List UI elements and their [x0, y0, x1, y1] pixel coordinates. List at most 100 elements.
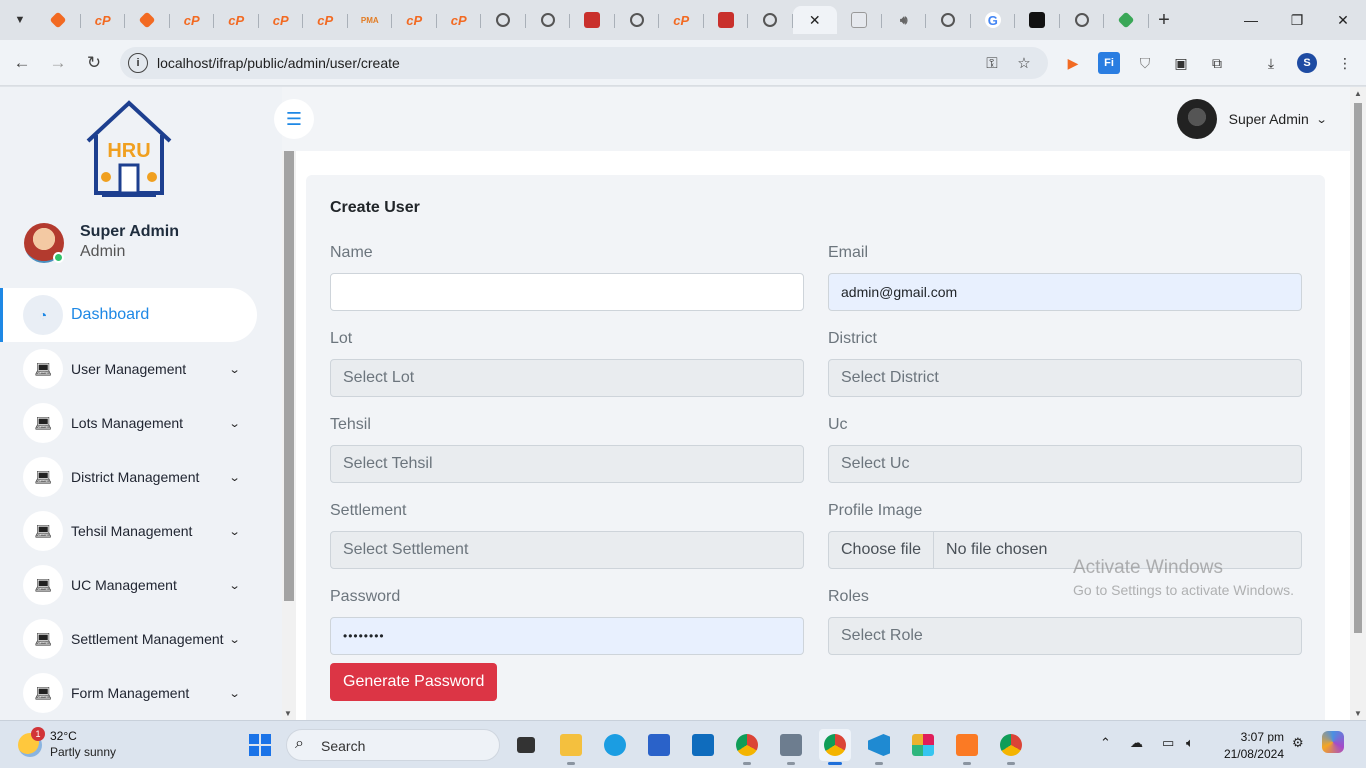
browser-tab[interactable] — [615, 6, 660, 34]
browser-tab[interactable] — [837, 6, 882, 34]
minimize-button[interactable]: — — [1228, 0, 1274, 40]
sidebar-item-lots-management[interactable]: 💻︎ Lots Management ⌄ — [0, 396, 270, 450]
chevron-down-icon[interactable]: ⌄ — [229, 579, 241, 592]
sidebar-item-uc-management[interactable]: 💻︎ UC Management ⌄ — [0, 558, 270, 612]
tab-active[interactable]: ✕ — [792, 6, 837, 34]
tehsil-select[interactable]: Select Tehsil — [330, 445, 804, 483]
forward-icon[interactable]: → — [44, 49, 72, 77]
remote-desktop-icon[interactable] — [775, 729, 807, 765]
browser-tab[interactable] — [1104, 6, 1149, 34]
back-icon[interactable]: ← — [8, 49, 36, 77]
new-tab-button[interactable]: + — [1152, 8, 1176, 32]
browser-tab[interactable]: cP — [214, 6, 259, 34]
chrome-secondary-icon[interactable] — [995, 729, 1027, 765]
volume-icon[interactable]: 🔈︎ — [1186, 735, 1194, 751]
name-input[interactable] — [330, 273, 804, 311]
chevron-down-icon[interactable]: ⌄ — [229, 633, 241, 646]
district-select[interactable]: Select District — [828, 359, 1302, 397]
chevron-down-icon[interactable]: ⌄ — [229, 363, 241, 376]
chrome-profile-icon[interactable] — [819, 729, 851, 765]
browser-tab[interactable] — [481, 6, 526, 34]
browser-tab[interactable]: cP — [170, 6, 215, 34]
start-windows-icon[interactable] — [244, 729, 276, 761]
extensions-puzzle-icon[interactable]: ⧉ — [1206, 52, 1228, 74]
lot-select[interactable]: Select Lot — [330, 359, 804, 397]
microsoft-store-icon[interactable] — [643, 729, 675, 761]
hamburger-menu-icon[interactable]: ☰ — [274, 99, 314, 139]
taskbar-search[interactable]: ⌕ Search — [286, 729, 500, 761]
browser-tab[interactable]: G — [971, 6, 1016, 34]
settlement-select[interactable]: Select Settlement — [330, 531, 804, 569]
sidebar-scrollbar-thumb[interactable] — [284, 151, 294, 601]
browser-tab[interactable]: cP — [437, 6, 482, 34]
task-view-icon[interactable] — [510, 729, 542, 761]
sidebar-item-tehsil-management[interactable]: 💻︎ Tehsil Management ⌄ — [0, 504, 270, 558]
edge-browser-icon[interactable] — [599, 729, 631, 761]
extension-fi-icon[interactable]: Fi — [1098, 52, 1120, 74]
uc-select[interactable]: Select Uc — [828, 445, 1302, 483]
sidebar-scrollbar[interactable]: ▼ — [282, 151, 296, 720]
password-input[interactable]: •••••••• — [330, 617, 804, 655]
browser-tab[interactable]: cP — [392, 6, 437, 34]
browser-tab[interactable]: PMA — [348, 6, 393, 34]
chevron-down-icon[interactable]: ⌄ — [229, 525, 241, 538]
browser-tab[interactable]: cP — [259, 6, 304, 34]
avatar[interactable] — [1176, 99, 1217, 139]
browser-tab[interactable]: cP — [81, 6, 126, 34]
close-tab-icon[interactable]: ✕ — [807, 12, 823, 28]
browser-tab[interactable] — [36, 6, 81, 34]
address-bar[interactable]: i localhost/ifrap/public/admin/user/crea… — [120, 47, 1048, 79]
site-info-icon[interactable]: i — [128, 53, 148, 73]
browser-tab[interactable] — [1015, 6, 1060, 34]
reload-icon[interactable]: ↻ — [80, 49, 108, 77]
sidebar-item-form-management[interactable]: 💻︎ Form Management ⌄ — [0, 666, 270, 720]
scroll-up-arrow-icon[interactable]: ▲ — [1353, 89, 1363, 98]
network-icon[interactable]: ☁ — [1130, 735, 1143, 751]
xampp-icon[interactable] — [951, 729, 983, 765]
sidebar-item-district-management[interactable]: 💻︎ District Management ⌄ — [0, 450, 270, 504]
browser-tab[interactable]: cP — [303, 6, 348, 34]
close-window-button[interactable]: ✕ — [1320, 0, 1366, 40]
profile-avatar[interactable]: S — [1297, 53, 1317, 73]
outlook-icon[interactable] — [687, 729, 719, 761]
browser-tab[interactable] — [125, 6, 170, 34]
extension-arrow-icon[interactable]: ▶ — [1062, 52, 1084, 74]
browser-tab[interactable]: 🔊︎ — [882, 6, 927, 34]
browser-tab[interactable] — [526, 6, 571, 34]
sidebar-item-dashboard[interactable]: ◔ Dashboard — [0, 288, 270, 342]
chevron-down-icon[interactable]: ⌄ — [1315, 113, 1327, 126]
email-input[interactable]: admin@gmail.com — [828, 273, 1302, 311]
page-scrollbar[interactable]: ▲ ▼ — [1350, 87, 1366, 720]
notification-icon[interactable]: ⚙ — [1292, 735, 1304, 751]
system-clock[interactable]: 3:07 pm 21/08/2024 — [1222, 730, 1284, 761]
choose-file-button[interactable]: Choose file — [829, 532, 935, 568]
chevron-down-icon[interactable]: ⌄ — [229, 417, 241, 430]
browser-tab[interactable] — [748, 6, 793, 34]
chevron-down-icon[interactable]: ⌄ — [229, 471, 241, 484]
chevron-down-icon[interactable]: ⌄ — [229, 687, 241, 700]
slack-icon[interactable] — [907, 729, 939, 761]
maximize-button[interactable]: ❐ — [1274, 0, 1320, 40]
password-key-icon[interactable]: ⚿ — [982, 53, 1002, 73]
sidebar-item-user-management[interactable]: 💻︎ User Management ⌄ — [0, 342, 270, 396]
browser-menu-icon[interactable]: ⋮ — [1334, 52, 1356, 74]
downloads-icon[interactable]: ⤓ — [1260, 52, 1282, 74]
chevron-up-icon[interactable]: ⌃ — [1100, 735, 1111, 751]
user-dropdown[interactable]: Super Admin ⌄ — [1176, 99, 1327, 139]
tab-search-icon[interactable]: ▼ — [8, 8, 32, 32]
browser-tab[interactable]: cP — [659, 6, 704, 34]
browser-tab[interactable] — [704, 6, 749, 34]
url-text[interactable]: localhost/ifrap/public/admin/user/create — [157, 55, 400, 71]
browser-tab[interactable] — [570, 6, 615, 34]
display-icon[interactable]: ▭ — [1162, 735, 1174, 751]
scroll-down-arrow-icon[interactable]: ▼ — [284, 709, 292, 718]
extension-image-icon[interactable]: ▣ — [1170, 52, 1192, 74]
generate-password-button[interactable]: Generate Password — [330, 663, 498, 701]
roles-select[interactable]: Select Role — [828, 617, 1302, 655]
topbar-user-name[interactable]: Super Admin — [1229, 111, 1309, 127]
vscode-icon[interactable] — [863, 729, 895, 765]
bookmark-star-icon[interactable]: ☆ — [1014, 53, 1034, 73]
file-explorer-icon[interactable] — [555, 729, 587, 765]
sidebar-item-settlement-management[interactable]: 💻︎ Settlement Management ⌄ — [0, 612, 270, 666]
page-scrollbar-thumb[interactable] — [1354, 103, 1362, 633]
